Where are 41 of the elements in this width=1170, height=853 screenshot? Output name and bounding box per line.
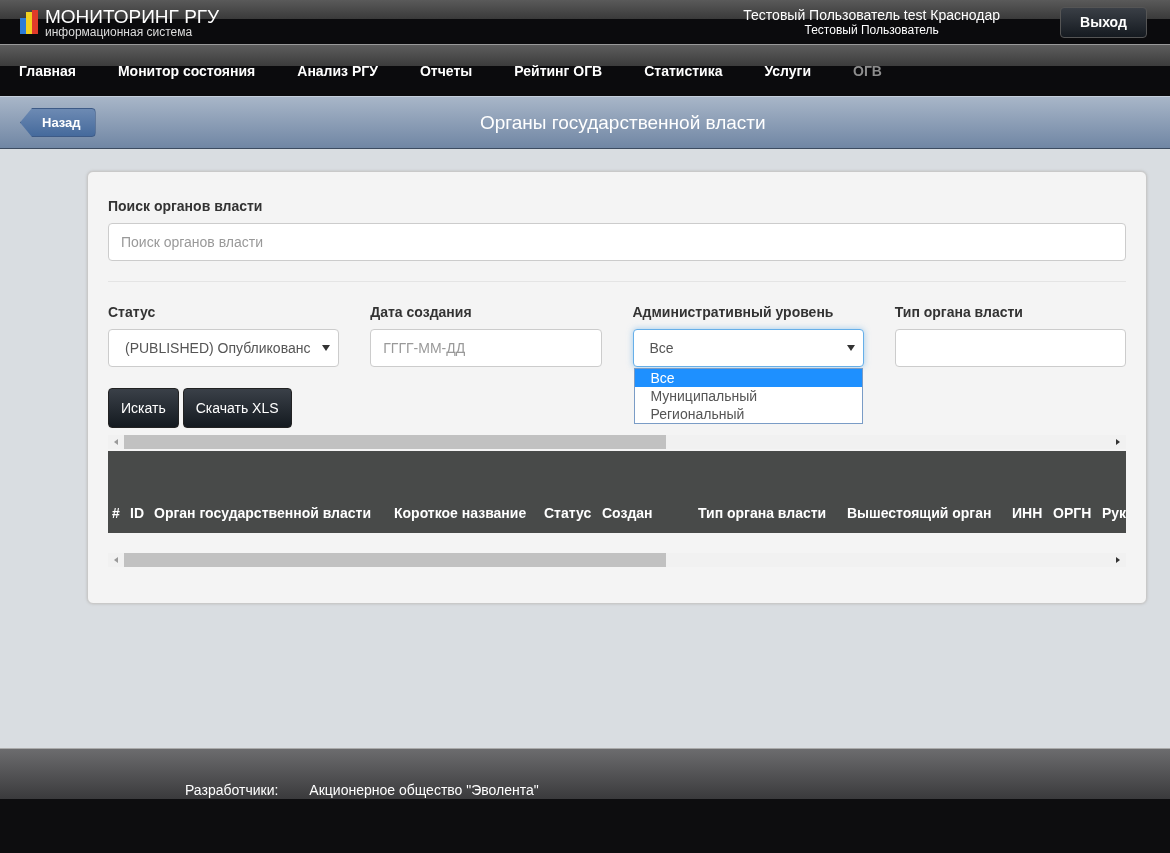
column-header[interactable]: #: [112, 505, 130, 521]
user-name: Тестовый Пользователь test Краснодар: [743, 7, 1000, 23]
field-label: Административный уровень: [632, 304, 835, 320]
column-header[interactable]: Рук: [1102, 505, 1126, 521]
caret-icon: [322, 345, 331, 351]
nav-link[interactable]: Отчеты: [419, 62, 473, 79]
nav-link[interactable]: Монитор состояния: [117, 62, 256, 79]
nav-link[interactable]: Услуги: [764, 62, 812, 79]
field-label: Поиск органов власти: [108, 198, 264, 214]
select-field[interactable]: (PUBLISHED) Опубликованс: [108, 329, 340, 367]
footer-label: Разработчики:: [185, 782, 279, 798]
column-header[interactable]: Тип органа власти: [698, 505, 847, 521]
logout-button[interactable]: Выход: [1060, 6, 1147, 38]
back-button[interactable]: Назад: [20, 108, 96, 137]
nav-link[interactable]: Рейтинг ОГВ: [514, 62, 603, 79]
developer-name: Акционерное общество "Эволента": [309, 782, 539, 798]
input-field[interactable]: ГГГГ-ММ-ДД: [370, 329, 602, 367]
field-label: Статус: [108, 304, 157, 320]
user-role: Тестовый Пользователь: [804, 23, 939, 37]
field-label: Тип органа власти: [894, 304, 1024, 320]
action-button[interactable]: Скачать XLS: [182, 388, 292, 428]
column-header[interactable]: ИНН: [1012, 505, 1053, 521]
nav-link[interactable]: Анализ РГУ: [297, 62, 378, 79]
nav-link[interactable]: Статистика: [644, 62, 723, 79]
logo-subtitle: информационная система: [45, 25, 194, 38]
column-header[interactable]: Создан: [602, 505, 698, 521]
column-header[interactable]: Орган государственной власти: [154, 505, 394, 521]
action-button[interactable]: Искать: [108, 388, 179, 428]
column-header[interactable]: ОРГН: [1053, 505, 1102, 521]
column-header[interactable]: Короткое название: [394, 505, 544, 521]
column-header[interactable]: ID: [130, 505, 154, 521]
input-field[interactable]: [894, 329, 1126, 367]
page-title: Органы государственной власти: [479, 111, 766, 134]
nav-link[interactable]: ОГВ: [853, 62, 882, 79]
column-header[interactable]: Вышестоящий орган: [847, 505, 1012, 521]
nav-link[interactable]: Главная: [19, 62, 76, 79]
search-field[interactable]: Поиск органов власти: [108, 223, 1126, 261]
logo-title: МОНИТОРИНГ РГУ: [45, 6, 220, 26]
field-label: Дата создания: [370, 304, 473, 320]
column-header[interactable]: Статус: [544, 505, 602, 521]
caret-icon: [846, 345, 855, 351]
